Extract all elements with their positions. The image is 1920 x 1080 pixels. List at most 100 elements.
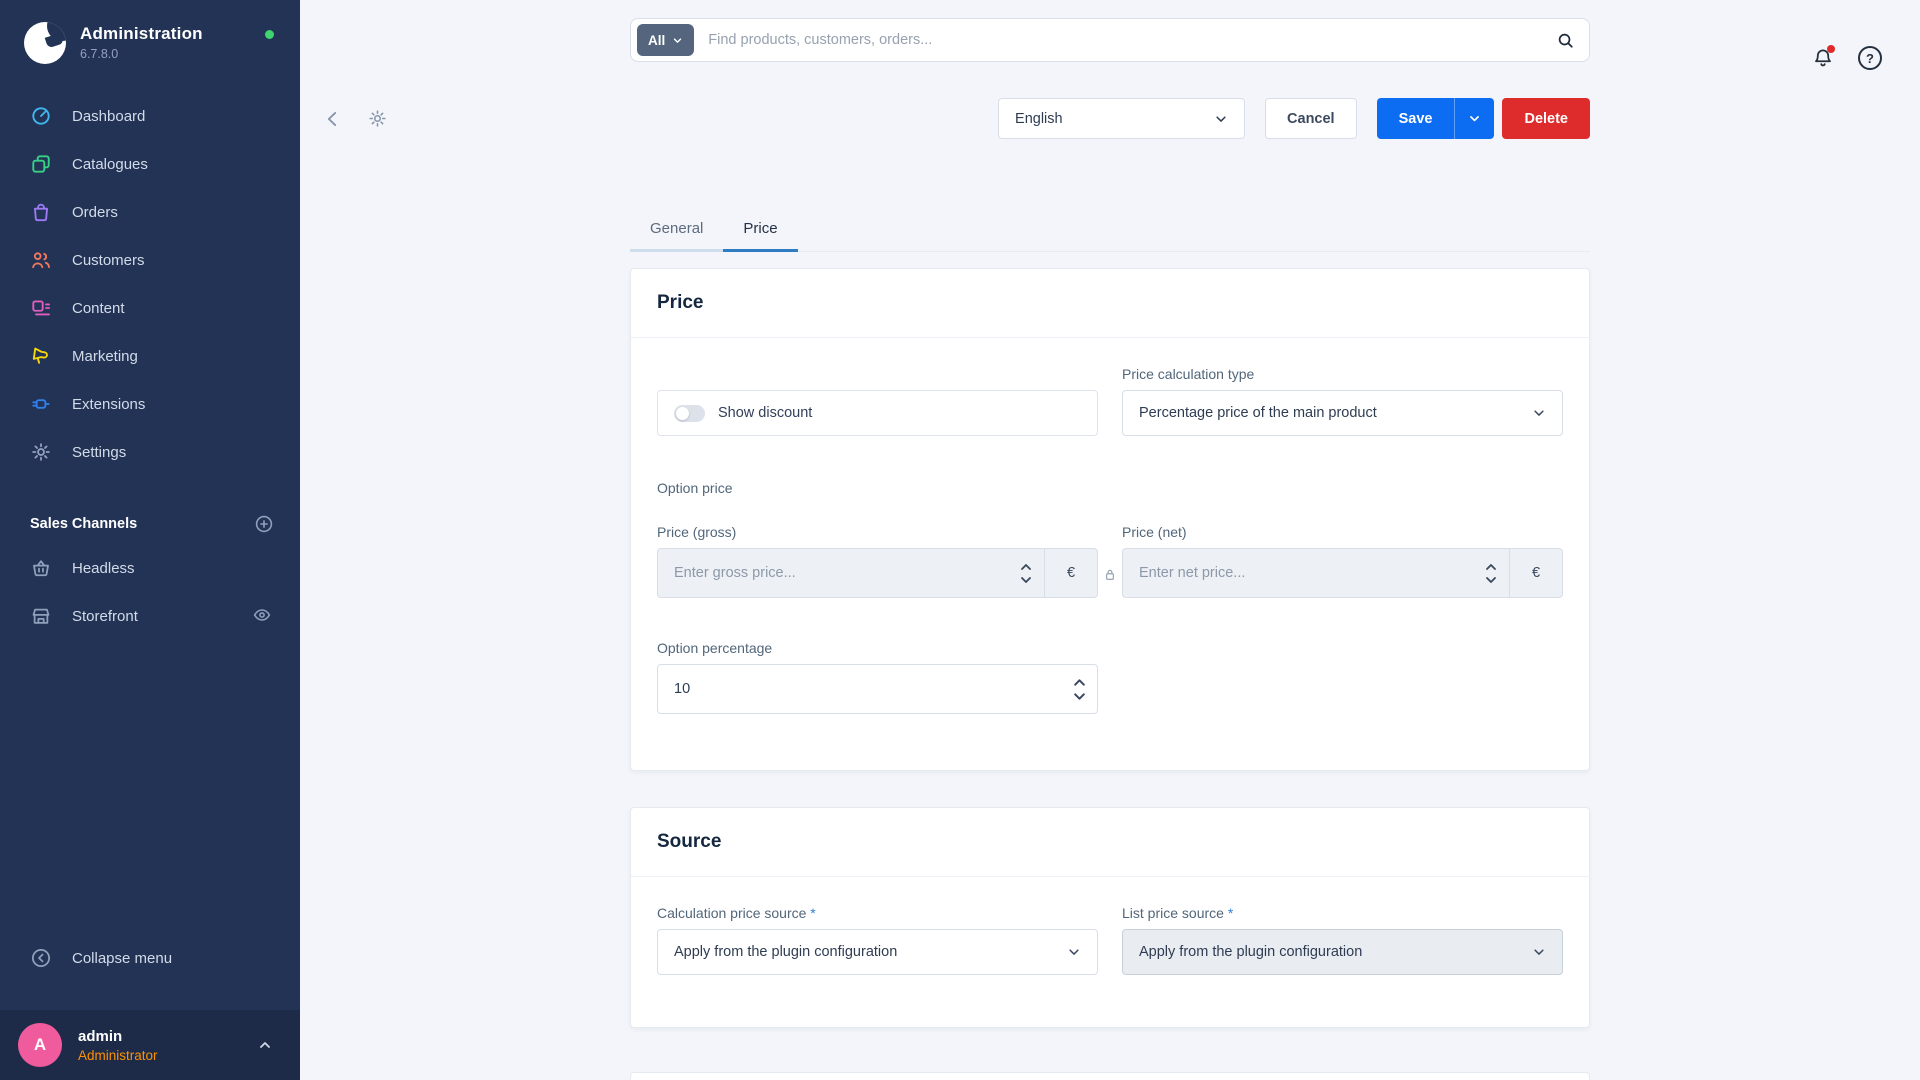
- show-discount-toggle[interactable]: [674, 405, 705, 422]
- sidebar-item-content[interactable]: Content: [0, 284, 300, 332]
- language-select[interactable]: English: [998, 98, 1245, 139]
- storefront-icon: [30, 605, 52, 627]
- currency-suffix: €: [1045, 549, 1097, 597]
- sidebar-item-customers[interactable]: Customers: [0, 236, 300, 284]
- marketing-icon: [30, 345, 52, 367]
- collapse-menu-button[interactable]: Collapse menu: [0, 934, 300, 982]
- next-card-edge: [630, 1072, 1590, 1080]
- price-gross-input-group: €: [657, 548, 1098, 598]
- option-percentage-label: Option percentage: [657, 640, 1098, 656]
- sidebar-item-label: Content: [72, 300, 125, 317]
- source-card-title: Source: [631, 808, 1589, 877]
- sales-channels-heading: Sales Channels: [30, 516, 137, 532]
- price-link-lock-icon[interactable]: [1103, 567, 1118, 582]
- sidebar-item-dashboard[interactable]: Dashboard: [0, 92, 300, 140]
- main-area: All ?: [300, 0, 1920, 1080]
- currency-suffix: €: [1510, 549, 1562, 597]
- top-bar: All ?: [300, 18, 1920, 98]
- sidebar-item-label: Marketing: [72, 348, 138, 365]
- list-price-source-value: Apply from the plugin configuration: [1139, 944, 1362, 960]
- option-percentage-input[interactable]: [658, 665, 1061, 713]
- price-calculation-type-label: Price calculation type: [1122, 366, 1563, 382]
- help-icon[interactable]: ?: [1858, 46, 1882, 70]
- price-card-title: Price: [631, 269, 1589, 338]
- sidebar-spacer: [0, 640, 300, 934]
- app-title: Administration: [80, 24, 203, 44]
- calculation-price-source-select[interactable]: Apply from the plugin configuration: [657, 929, 1098, 975]
- chevron-down-icon: [1532, 406, 1546, 420]
- orders-icon: [30, 201, 52, 223]
- basket-icon: [30, 557, 52, 579]
- search-icon[interactable]: [1547, 22, 1583, 58]
- sales-channels-header: Sales Channels: [0, 512, 300, 536]
- visibility-eye-icon[interactable]: [252, 605, 274, 627]
- price-calculation-type-value: Percentage price of the main product: [1139, 405, 1377, 421]
- global-search-bar: All: [630, 18, 1590, 62]
- shopware-logo-icon: [24, 22, 66, 64]
- cancel-button[interactable]: Cancel: [1265, 98, 1357, 139]
- sidebar-item-label: Settings: [72, 444, 126, 461]
- app-header: Administration 6.7.8.0: [0, 0, 300, 64]
- app-version: 6.7.8.0: [80, 47, 203, 61]
- save-button[interactable]: Save: [1377, 98, 1455, 139]
- chevron-down-icon: [1214, 112, 1228, 126]
- sidebar-item-catalogues[interactable]: Catalogues: [0, 140, 300, 188]
- chevron-down-icon: [1532, 945, 1546, 959]
- chevron-down-icon: [1067, 945, 1081, 959]
- add-sales-channel-icon[interactable]: [254, 514, 274, 534]
- tab-price[interactable]: Price: [723, 208, 797, 252]
- sidebar-item-label: Customers: [72, 252, 145, 269]
- search-input[interactable]: [708, 32, 1547, 48]
- save-options-caret-button[interactable]: [1454, 98, 1494, 139]
- stepper-arrows[interactable]: [1008, 549, 1044, 597]
- list-price-source-field: List price source * Apply from the plugi…: [1122, 905, 1563, 975]
- sidebar-item-orders[interactable]: Orders: [0, 188, 300, 236]
- price-gross-input[interactable]: [658, 549, 1008, 597]
- stepper-arrows[interactable]: [1061, 665, 1097, 713]
- option-price-label: Option price: [657, 480, 1563, 496]
- notifications-bell-icon[interactable]: [1812, 47, 1834, 69]
- sidebar-item-label: Dashboard: [72, 108, 145, 125]
- source-card: Source Calculation price source * Apply …: [630, 807, 1590, 1028]
- collapse-menu-label: Collapse menu: [72, 950, 172, 967]
- sidebar-item-label: Catalogues: [72, 156, 148, 173]
- price-card: Price Show discount Price calculation ty…: [630, 268, 1590, 771]
- extensions-icon: [30, 393, 52, 415]
- save-split-button: Save: [1377, 98, 1495, 139]
- collapse-chevron-icon: [30, 947, 52, 969]
- sidebar-item-label: Extensions: [72, 396, 145, 413]
- sidebar-item-extensions[interactable]: Extensions: [0, 380, 300, 428]
- list-price-source-select[interactable]: Apply from the plugin configuration: [1122, 929, 1563, 975]
- user-menu[interactable]: A admin Administrator: [0, 1010, 300, 1080]
- sidebar: Administration 6.7.8.0 Dashboard Catalog…: [0, 0, 300, 1080]
- notification-dot: [1827, 45, 1835, 53]
- back-chevron-icon[interactable]: [318, 104, 348, 134]
- required-asterisk: *: [1228, 905, 1233, 921]
- price-calculation-type-field: Price calculation type Percentage price …: [1122, 366, 1563, 436]
- sidebar-item-storefront[interactable]: Storefront: [0, 592, 300, 640]
- price-net-field: Price (net) €: [1122, 524, 1563, 598]
- smart-bar: English Cancel Save Delete: [300, 98, 1920, 158]
- price-net-label: Price (net): [1122, 524, 1563, 540]
- calculation-price-source-field: Calculation price source * Apply from th…: [657, 905, 1098, 975]
- sidebar-item-headless[interactable]: Headless: [0, 544, 300, 592]
- tab-general[interactable]: General: [630, 208, 723, 252]
- catalogues-icon: [30, 153, 52, 175]
- content-column: General Price Price Show discount Price …: [630, 208, 1590, 1080]
- stepper-arrows[interactable]: [1473, 549, 1509, 597]
- sidebar-item-label: Headless: [72, 560, 135, 577]
- page-settings-gear-icon[interactable]: [362, 104, 392, 134]
- sidebar-item-marketing[interactable]: Marketing: [0, 332, 300, 380]
- price-net-input[interactable]: [1123, 549, 1473, 597]
- delete-button[interactable]: Delete: [1502, 98, 1590, 139]
- search-scope-dropdown[interactable]: All: [637, 24, 694, 56]
- avatar: A: [18, 1023, 62, 1067]
- required-asterisk: *: [810, 905, 815, 921]
- user-name: admin: [78, 1028, 256, 1045]
- sidebar-item-settings[interactable]: Settings: [0, 428, 300, 476]
- price-calculation-type-select[interactable]: Percentage price of the main product: [1122, 390, 1563, 436]
- chevron-down-icon: [672, 35, 683, 46]
- sidebar-item-label: Orders: [72, 204, 118, 221]
- online-status-dot: [265, 30, 274, 39]
- search-scope-label: All: [648, 33, 665, 48]
